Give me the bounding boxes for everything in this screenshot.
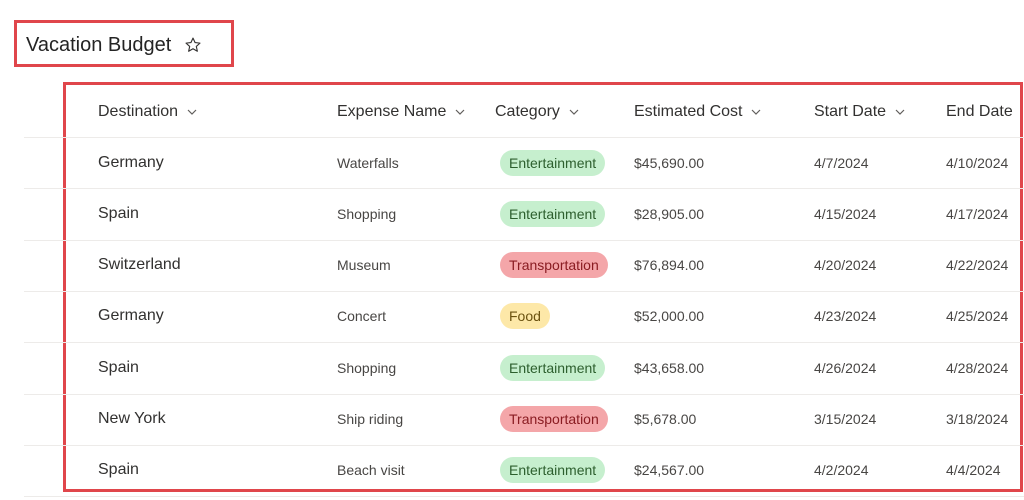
column-header-estimated-cost[interactable]: Estimated Cost <box>634 98 762 126</box>
chevron-down-icon <box>454 106 466 118</box>
table-header: Destination Expense Name Category Estima… <box>0 98 1024 126</box>
cell-start-date: 4/26/2024 <box>814 359 877 376</box>
cell-destination: Spain <box>98 461 139 479</box>
table-row[interactable]: Spain Shopping Entertainment $28,905.00 4/15… <box>0 188 1024 239</box>
column-label: Estimated Cost <box>634 103 743 120</box>
cell-estimated-cost: $52,000.00 <box>634 308 705 325</box>
category-badge: Entertainment <box>500 354 606 381</box>
row-divider <box>24 496 1024 497</box>
chevron-down-icon <box>186 106 198 118</box>
category-badge: Transportation <box>500 252 608 279</box>
column-label: Category <box>495 103 560 120</box>
cell-category: Entertainment <box>500 137 606 188</box>
cell-end-date: 4/10/2024 <box>946 154 1009 171</box>
chevron-down-icon <box>750 106 762 118</box>
cell-expense-name: Shopping <box>337 359 397 376</box>
cell-estimated-cost: $43,658.00 <box>634 359 705 376</box>
cell-expense-name: Shopping <box>337 205 397 222</box>
category-badge: Entertainment <box>500 149 606 176</box>
cell-end-date: 4/28/2024 <box>946 359 1009 376</box>
page-title: Vacation Budget <box>26 33 172 56</box>
cell-category: Entertainment <box>500 342 606 393</box>
category-badge: Transportation <box>500 406 608 432</box>
cell-destination: Spain <box>98 358 139 376</box>
cell-end-date: 3/18/2024 <box>946 411 1009 427</box>
cell-expense-name: Ship riding <box>337 411 404 427</box>
cell-destination: Spain <box>98 204 139 222</box>
column-header-category[interactable]: Category <box>495 98 580 126</box>
cell-estimated-cost: $24,567.00 <box>634 462 705 479</box>
cell-expense-name: Waterfalls <box>337 154 399 171</box>
column-label: Expense Name <box>337 103 447 120</box>
cell-start-date: 4/2/2024 <box>814 462 869 479</box>
cell-end-date: 4/17/2024 <box>946 205 1009 222</box>
table-row[interactable]: Spain Shopping Entertainment $43,658.00 4/26… <box>0 342 1024 393</box>
column-header-expense-name[interactable]: Expense Name <box>337 98 466 126</box>
cell-category: Entertainment <box>500 445 606 496</box>
cell-category: Transportation <box>500 394 608 445</box>
chevron-down-icon <box>894 106 906 118</box>
cell-end-date: 4/22/2024 <box>946 257 1009 274</box>
column-header-start-date[interactable]: Start Date <box>814 98 906 126</box>
column-label: Destination <box>98 103 179 120</box>
category-badge: Food <box>500 303 550 330</box>
table-row[interactable]: New York Ship riding Transportation $5,678.… <box>0 394 1024 445</box>
table-row[interactable]: Switzerland Museum Transportation $76,894.0… <box>0 240 1024 291</box>
cell-end-date: 4/25/2024 <box>946 308 1009 325</box>
category-badge: Entertainment <box>500 200 606 227</box>
cell-expense-name: Beach visit <box>337 462 405 479</box>
cell-end-date: 4/4/2024 <box>946 462 1001 479</box>
column-header-destination[interactable]: Destination <box>98 98 198 126</box>
cell-expense-name: Museum <box>337 257 391 274</box>
table-row[interactable]: Germany Waterfalls Entertainment $45,690.00… <box>0 137 1024 188</box>
table-row[interactable]: Germany Concert Food $52,000.00 4/23/2024 4/2… <box>0 291 1024 342</box>
cell-destination: New York <box>98 410 166 427</box>
cell-destination: Germany <box>98 307 164 325</box>
column-label: Start Date <box>814 103 887 120</box>
cell-estimated-cost: $76,894.00 <box>634 257 705 274</box>
cell-start-date: 4/15/2024 <box>814 205 877 222</box>
cell-expense-name: Concert <box>337 308 387 325</box>
category-badge: Entertainment <box>500 457 606 484</box>
cell-estimated-cost: $45,690.00 <box>634 154 705 171</box>
page-title-area: Vacation Budget <box>26 33 203 57</box>
column-label: End Date <box>946 103 1013 120</box>
cell-category: Food <box>500 291 550 342</box>
cell-category: Transportation <box>500 240 608 291</box>
cell-destination: Germany <box>98 153 164 171</box>
cell-estimated-cost: $28,905.00 <box>634 205 705 222</box>
column-header-end-date[interactable]: End Date <box>946 98 1013 126</box>
cell-start-date: 4/20/2024 <box>814 257 877 274</box>
table-row[interactable]: Spain Beach visit Entertainment $24,567.00 4… <box>0 445 1024 496</box>
cell-estimated-cost: $5,678.00 <box>634 411 697 427</box>
cell-category: Entertainment <box>500 188 606 239</box>
cell-start-date: 4/7/2024 <box>814 154 869 171</box>
star-outline-icon[interactable] <box>183 35 203 55</box>
chevron-down-icon <box>568 106 580 118</box>
cell-destination: Switzerland <box>98 256 181 274</box>
cell-start-date: 3/15/2024 <box>814 411 877 427</box>
cell-start-date: 4/23/2024 <box>814 308 877 325</box>
